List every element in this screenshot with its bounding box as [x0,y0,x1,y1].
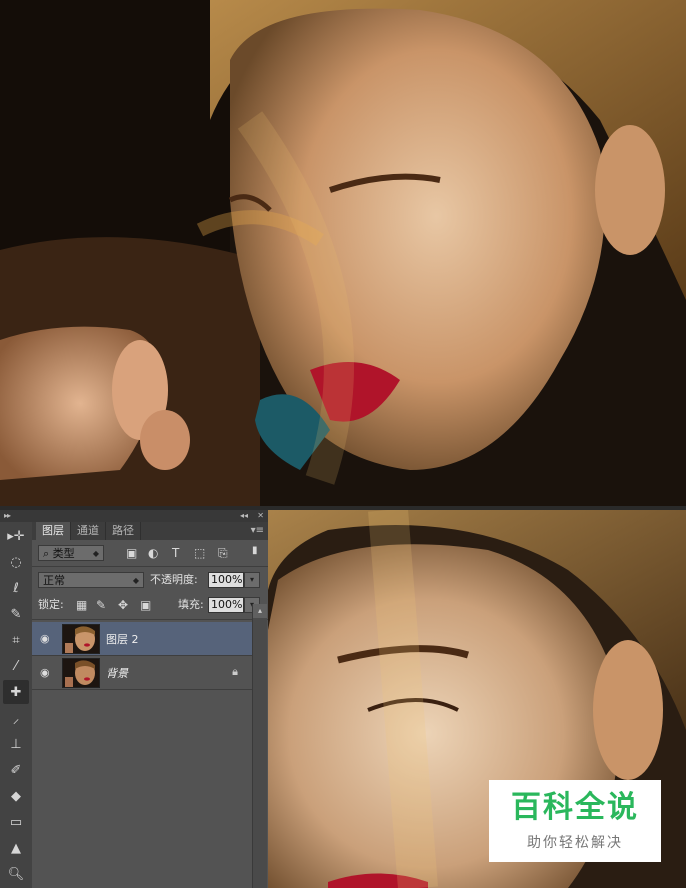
quick-select-tool-icon[interactable]: ✎ [3,602,29,626]
watermark-title: 百科全说 [511,790,639,825]
opacity-dropdown-button[interactable]: ▾ [244,572,260,588]
panel-menu-icon[interactable]: ▾≡ [251,525,264,536]
chevron-updown-icon: ◆ [92,549,99,558]
smart-object-filter-icon[interactable]: ⎘ [218,545,228,561]
chevron-updown-icon: ◆ [132,576,139,585]
tab-channels[interactable]: 通道 [71,522,106,540]
blend-mode-dropdown[interactable]: 正常 ◆ [38,572,144,588]
lock-position-icon[interactable]: ✥ [118,597,128,613]
lock-label: 锁定: [38,598,64,611]
filter-row: ⌕ 类型 ◆ ▣ ◐ T ⬚ ⎘ ▮ [32,540,268,566]
layer-thumbnail [62,658,100,688]
layer-name[interactable]: 图层 2 [106,631,139,647]
tab-paths[interactable]: 路径 [106,522,141,540]
image-filter-icon[interactable]: ▣ [126,545,137,561]
fill-input[interactable]: 100% [208,597,244,613]
panel-tabs: 图层 通道 路径 ▾≡ [32,522,268,540]
clone-stamp-tool-icon[interactable]: ⊥ [3,732,29,756]
portrait-image [0,0,686,506]
blend-row: 正常 ◆ 不透明度: 100% ▾ [32,567,268,593]
adjustment-filter-icon[interactable]: ◐ [148,545,158,561]
toolbar-grip[interactable]: ▸▸ [0,510,32,522]
blend-mode-value: 正常 [43,574,65,587]
lock-pixels-icon[interactable]: ✎ [96,597,106,613]
shape-filter-icon[interactable]: ⬚ [194,545,205,561]
panel-header-bar: ◂◂ ✕ [32,510,268,522]
scroll-up-icon[interactable]: ▴ [253,604,267,618]
filter-toggle-icon[interactable]: ▮ [252,543,258,559]
layer-row-layer2[interactable]: ◉ 图层 2 [32,622,252,656]
brush-tool-icon[interactable]: ⸝ [3,706,29,730]
collapse-panel-icon[interactable]: ◂◂ [240,510,248,522]
eyedropper-tool-icon[interactable]: ⁄ [3,654,29,678]
crop-tool-icon[interactable]: ⌗ [3,628,29,652]
thumbnail-portrait [63,659,99,687]
eraser-tool-icon[interactable]: ◆ [3,784,29,808]
healing-brush-tool-icon[interactable]: ✚ [3,680,29,704]
tools-panel: ▸▸ ▸✛ ◌ ℓ ✎ ⌗ ⁄ ✚ ⸝ ⊥ ✐ ◆ ▭ ▲ 🔍︎ [0,510,33,888]
lasso-tool-icon[interactable]: ℓ [3,576,29,600]
marquee-tool-icon[interactable]: ◌ [3,550,29,574]
history-brush-tool-icon[interactable]: ✐ [3,758,29,782]
lock-row: 锁定: ▦ ✎ ✥ ▣ 填充: 100% ▾ [32,593,268,619]
layers-scrollbar[interactable]: ▴ [252,604,267,888]
canvas-photo-top [0,0,686,506]
filter-type-label: 类型 [52,547,75,560]
gradient-tool-icon[interactable]: ▭ [3,810,29,834]
layer-row-background[interactable]: ◉ 背景 🔒︎ [32,656,252,690]
tab-layers[interactable]: 图层 [36,522,71,540]
separator [32,619,268,620]
lock-icon: 🔒︎ [232,665,238,678]
eye-icon[interactable]: ◉ [40,632,54,645]
opacity-input[interactable]: 100% [208,572,244,588]
fill-label: 填充: [178,598,204,611]
layers-panel: ◂◂ ✕ 图层 通道 路径 ▾≡ ⌕ 类型 ◆ ▣ ◐ T ⬚ ⎘ ▮ 正常 ◆… [32,510,269,888]
watermark-logo: 百科全说 助你轻松解决 [489,780,661,862]
lock-all-icon[interactable]: ▣ [140,597,151,613]
eye-icon[interactable]: ◉ [40,666,54,679]
filter-type-dropdown[interactable]: ⌕ 类型 ◆ [38,545,104,561]
lock-transparent-icon[interactable]: ▦ [76,597,87,613]
dodge-tool-icon[interactable]: 🔍︎ [3,862,29,886]
layer-name[interactable]: 背景 [106,665,128,681]
thumbnail-portrait [63,625,99,653]
move-tool-icon[interactable]: ▸✛ [3,524,29,548]
type-filter-icon[interactable]: T [172,545,179,561]
search-icon: ⌕ [43,547,53,560]
blur-tool-icon[interactable]: ▲ [3,836,29,860]
opacity-label: 不透明度: [150,573,198,586]
layer-thumbnail [62,624,100,654]
watermark-subtitle: 助你轻松解决 [527,835,623,851]
close-panel-icon[interactable]: ✕ [257,510,264,522]
